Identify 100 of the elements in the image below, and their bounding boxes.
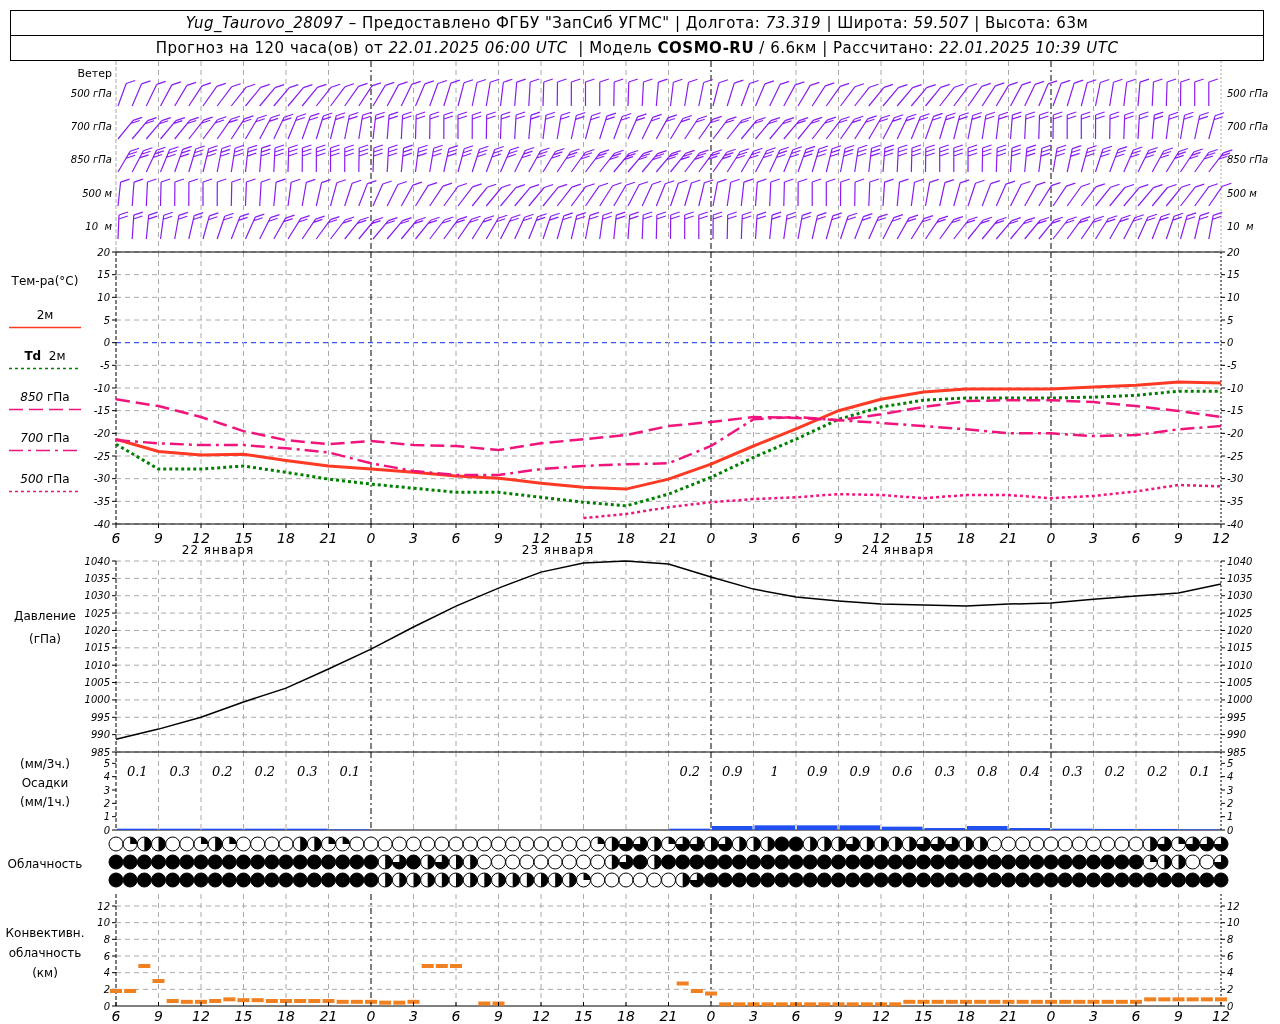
tick-label: 21 — [659, 1008, 678, 1024]
tick-label: 0 — [1227, 824, 1234, 836]
convective-bar — [124, 989, 137, 993]
convective-bar — [110, 989, 122, 993]
tick-label: 1005 — [84, 677, 110, 689]
tick-label: 10 — [1227, 917, 1240, 929]
tick-label: 21 — [319, 1008, 338, 1024]
axis-label: облачность — [8, 946, 82, 960]
tick-label: 1035 — [84, 572, 110, 584]
panel-title: Давление — [14, 609, 76, 623]
level-label: 10 м — [1227, 221, 1254, 232]
tick-label: 2 — [1227, 983, 1234, 995]
tick-label: 15 — [1227, 269, 1240, 281]
precip-total: 0.2 — [679, 764, 701, 779]
precip-total: 0.9 — [849, 764, 871, 779]
forecast-info: Прогноз на 120 часа(ов) от 22.01.2025 06:00 UTC | Модель COSMO-RU / 6.6км | Рассчитано: 22.01.2025 10:39 UTC — [11, 35, 1263, 60]
tick-label: 18 — [957, 530, 975, 546]
tick-label: 1000 — [1227, 694, 1253, 706]
tick-label: -30 — [93, 473, 110, 485]
tick-label: 6 — [791, 1008, 801, 1024]
level-label: 700 гПа — [1227, 121, 1269, 132]
tick-label: 1035 — [1227, 572, 1253, 584]
level-label: 500 гПа — [70, 88, 112, 99]
tick-label: 985 — [90, 746, 110, 758]
tick-label: 12 — [192, 530, 210, 546]
tick-label: 1015 — [84, 642, 110, 654]
tick-label: 0 — [103, 337, 110, 349]
convective-bar — [705, 991, 717, 996]
precip-total: 0.9 — [721, 764, 743, 779]
convective-bar — [152, 979, 165, 983]
precip-total: 0.6 — [891, 764, 913, 779]
convective-bar — [690, 989, 703, 993]
tick-label: 12 — [1227, 900, 1240, 912]
tick-label: 985 — [1227, 746, 1247, 758]
legend-line-icon — [9, 490, 81, 493]
tick-label: 1000 — [84, 694, 110, 706]
tick-label: 15 — [234, 530, 253, 546]
tick-label: 1020 — [84, 624, 110, 636]
tick-label: 9 — [494, 530, 503, 546]
tick-label: 9 — [1174, 1008, 1183, 1024]
tick-label: 12 — [1212, 530, 1230, 546]
tick-label: 6 — [1131, 1008, 1141, 1024]
legend-label: 500 гПа — [20, 472, 70, 486]
convective-bar — [1215, 997, 1227, 1002]
convective-bar — [450, 964, 462, 968]
tick-label: 12 — [1212, 1008, 1230, 1024]
tick-label: 15 — [914, 530, 933, 546]
tick-label: 1010 — [1227, 659, 1253, 671]
tick-label: 9 — [834, 1008, 843, 1024]
tick-label: 9 — [154, 530, 163, 546]
convective-bar — [365, 999, 377, 1004]
precip-total: 0.2 — [254, 764, 276, 779]
unit-label: (гПа) — [28, 632, 61, 646]
axis-label: (мм/3ч.) — [19, 757, 71, 771]
tick-label: 3 — [749, 1008, 758, 1024]
tick-label: 4 — [103, 967, 110, 979]
tick-label: -5 — [100, 359, 110, 371]
tick-label: 2 — [103, 983, 110, 995]
tick-label: 3 — [409, 1008, 418, 1024]
precip-total: 0.9 — [806, 764, 828, 779]
axis-label: Конвективн. — [5, 926, 85, 940]
tick-label: 15 — [574, 530, 593, 546]
tick-label: 1040 — [84, 555, 110, 567]
tick-label: 12 — [192, 1008, 210, 1024]
convective-bar — [790, 1002, 802, 1007]
tick-label: 21 — [319, 530, 338, 546]
tick-label: 4 — [1227, 771, 1234, 783]
tick-label: -40 — [93, 518, 110, 530]
level-label: 500 м — [1227, 188, 1257, 199]
tick-label: 0 — [366, 1008, 376, 1024]
tick-label: 3 — [409, 530, 418, 546]
tick-label: 21 — [999, 1008, 1018, 1024]
tick-label: 5 — [1227, 314, 1234, 326]
tick-label: 4 — [103, 771, 110, 783]
tick-label: -20 — [93, 427, 110, 439]
tick-label: 1015 — [1227, 642, 1253, 654]
tick-label: 6 — [1131, 530, 1141, 546]
precip-total: 0.1 — [339, 764, 361, 779]
tick-label: 15 — [234, 1008, 253, 1024]
legend-line-icon — [9, 367, 81, 370]
tick-label: 0 — [1046, 1008, 1056, 1024]
tick-label: 3 — [749, 530, 758, 546]
convective-bar — [875, 1002, 887, 1007]
tick-label: 0 — [103, 1000, 110, 1012]
precip-total: 0.3 — [1061, 764, 1083, 779]
tick-label: 3 — [1089, 1008, 1098, 1024]
tick-label: 6 — [451, 530, 461, 546]
tick-label: -25 — [93, 450, 110, 462]
tick-label: 15 — [914, 1008, 933, 1024]
tick-label: 21 — [999, 530, 1018, 546]
tick-label: 1040 — [1227, 555, 1253, 567]
tick-label: 18 — [277, 1008, 295, 1024]
precip-total: 0.3 — [934, 764, 956, 779]
tick-label: -5 — [1227, 359, 1237, 371]
level-label: 10 м — [85, 221, 112, 232]
panel-title: Облачность — [7, 857, 83, 871]
tick-label: 1020 — [1227, 624, 1253, 636]
tick-label: 0 — [366, 530, 376, 546]
date-label: 24 января — [861, 543, 935, 557]
tick-label: 0 — [1227, 1000, 1234, 1012]
